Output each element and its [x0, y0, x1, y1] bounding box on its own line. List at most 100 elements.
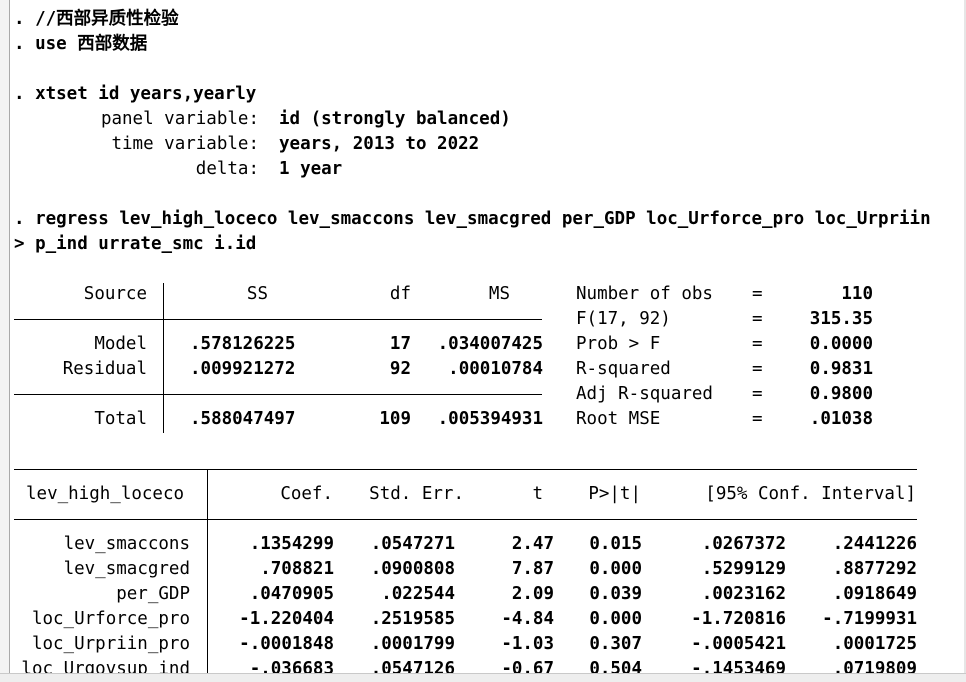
anova-header-source: Source [83, 284, 147, 304]
command-use: . use 西部数据 [14, 34, 148, 54]
anova-column-divider [163, 283, 164, 433]
command-xtset: . xtset id years,yearly [14, 84, 257, 104]
fit-stat-equals: = [752, 359, 763, 379]
coef-header-coef: Coef. [280, 484, 333, 504]
coef-table-header-rule [14, 519, 917, 520]
anova-row-ss: .009921272 [190, 359, 296, 379]
coef-row-t: -1.03 [501, 634, 554, 654]
coef-row-var: loc_Urgovsup_ind [21, 659, 190, 673]
anova-header-rule [14, 319, 542, 320]
fit-stat-value: 0.9831 [809, 359, 873, 379]
coef-row-p: 0.504 [589, 659, 642, 673]
coef-row-var: loc_Urforce_pro [31, 609, 190, 629]
coef-row-coef: -1.220404 [239, 609, 334, 629]
coef-row-ci-low: .5299129 [701, 559, 786, 579]
fit-stat-label: Number of obs [576, 284, 713, 304]
anova-row-source: Model [94, 334, 147, 354]
fit-stat-value: 315.35 [809, 309, 873, 329]
fit-stat-value: 0.0000 [809, 334, 873, 354]
time-variable-value: years, 2013 to 2022 [279, 134, 480, 154]
coef-header-ci: [95% Conf. Interval] [705, 484, 916, 504]
coef-row-ci-high: .0719809 [832, 659, 917, 673]
coef-row-se: .0547271 [370, 534, 455, 554]
coef-row-ci-high: .0918649 [832, 584, 917, 604]
coef-row-ci-low: .0267372 [701, 534, 786, 554]
coef-row-t: -0.67 [501, 659, 554, 673]
fit-stat-label: Root MSE [576, 409, 661, 429]
coef-header-p: P>|t| [588, 484, 641, 504]
anova-total-rule [14, 394, 542, 395]
coef-row-t: 2.09 [511, 584, 554, 604]
anova-header-ms: MS [488, 284, 510, 304]
anova-total-ss: .588047497 [190, 409, 296, 429]
coef-table-top-rule [14, 469, 917, 470]
fit-stat-equals: = [752, 409, 763, 429]
fit-stat-value: 0.9800 [809, 384, 873, 404]
coef-row-var: lev_smaccons [63, 534, 190, 554]
anova-header-df: df [389, 284, 411, 304]
coef-row-p: 0.039 [589, 584, 642, 604]
fit-stat-equals: = [752, 309, 763, 329]
coef-row-coef: .1354299 [249, 534, 334, 554]
coef-row-ci-high: .8877292 [832, 559, 917, 579]
delta-label: delta: [195, 159, 259, 179]
fit-stat-equals: = [752, 384, 763, 404]
coef-table-column-divider [207, 469, 208, 673]
fit-stat-value: .01038 [809, 409, 873, 429]
time-variable-label: time variable: [111, 134, 259, 154]
anova-row-df: 17 [389, 334, 411, 354]
coef-row-ci-low: -.1453469 [691, 659, 786, 673]
coef-row-ci-low: .0023162 [701, 584, 786, 604]
coef-row-se: .0547126 [370, 659, 455, 673]
fit-stat-value: 110 [841, 284, 873, 304]
anova-total-source: Total [94, 409, 147, 429]
fit-stat-label: Adj R-squared [576, 384, 713, 404]
coef-row-p: 0.015 [589, 534, 642, 554]
coef-row-p: 0.000 [589, 609, 642, 629]
panel-variable-label: panel variable: [100, 109, 259, 129]
fit-stat-label: F(17, 92) [576, 309, 671, 329]
command-regress: . regress lev_high_loceco lev_smaccons l… [14, 209, 931, 229]
coef-row-p: 0.000 [589, 559, 642, 579]
coef-row-t: 2.47 [511, 534, 554, 554]
coef-row-ci-high: .0001725 [832, 634, 917, 654]
anova-row-source: Residual [62, 359, 147, 379]
coef-row-var: loc_Urpriin_pro [31, 634, 190, 654]
anova-row-ms: .034007425 [437, 334, 543, 354]
fit-stat-label: R-squared [576, 359, 671, 379]
anova-row-ss: .578126225 [190, 334, 296, 354]
anova-row-ms: .00010784 [448, 359, 543, 379]
anova-header-ss: SS [246, 284, 268, 304]
coef-row-ci-low: -.0005421 [691, 634, 786, 654]
coef-header-se: Std. Err. [369, 484, 464, 504]
coef-row-ci-low: -1.720816 [691, 609, 786, 629]
coef-row-ci-high: -.7199931 [822, 609, 917, 629]
coef-header-t: t [532, 484, 543, 504]
coef-table-depvar: lev_high_loceco [26, 484, 185, 504]
delta-value: 1 year [279, 159, 343, 179]
coef-row-t: -4.84 [501, 609, 554, 629]
coef-row-se: .022544 [381, 584, 455, 604]
coef-row-coef: .708821 [260, 559, 334, 579]
coef-row-var: lev_smacgred [63, 559, 190, 579]
anova-total-ms: .005394931 [437, 409, 543, 429]
anova-total-df: 109 [379, 409, 411, 429]
coef-row-se: .0001799 [370, 634, 455, 654]
fit-stat-label: Prob > F [576, 334, 661, 354]
coef-row-p: 0.307 [589, 634, 642, 654]
stata-results-output[interactable]: . //西部异质性检验 . use 西部数据 . xtset id years,… [0, 0, 963, 673]
coef-row-t: 7.87 [511, 559, 554, 579]
command-comment: . //西部异质性检验 [14, 9, 179, 29]
command-regress-continuation: > p_ind urrate_smc i.id [14, 234, 257, 254]
panel-variable-value: id (strongly balanced) [279, 109, 511, 129]
coef-row-coef: -.0001848 [239, 634, 334, 654]
coef-row-coef: -.036683 [249, 659, 334, 673]
coef-row-se: .0900808 [370, 559, 455, 579]
fit-stat-equals: = [752, 334, 763, 354]
coef-row-se: .2519585 [370, 609, 455, 629]
coef-row-var: per_GDP [116, 584, 190, 604]
anova-row-df: 92 [389, 359, 411, 379]
coef-row-coef: .0470905 [249, 584, 334, 604]
fit-stat-equals: = [752, 284, 763, 304]
coef-row-ci-high: .2441226 [832, 534, 917, 554]
